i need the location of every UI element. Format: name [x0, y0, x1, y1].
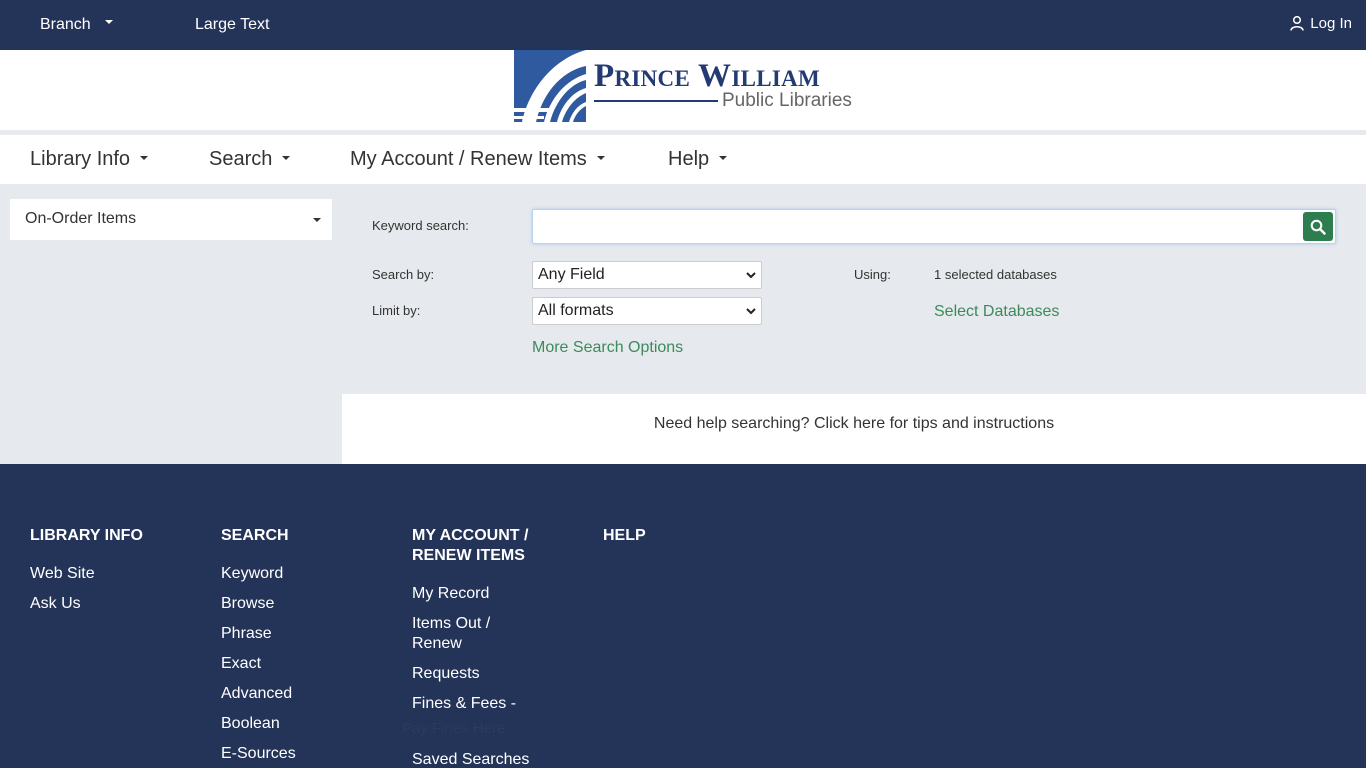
nav-library-info-label: Library Info: [30, 148, 131, 170]
branch-dropdown[interactable]: Branch: [40, 16, 113, 34]
search-by-label: Search by:: [372, 267, 435, 282]
select-databases-link[interactable]: Select Databases: [934, 303, 1059, 321]
footer-link-requests[interactable]: Requests: [412, 664, 542, 684]
library-logo[interactable]: Prince William Public Libraries: [514, 50, 854, 124]
chevron-down-icon: [282, 155, 291, 160]
login-label: Log In: [1310, 15, 1352, 32]
search-by-value: Any Field: [538, 266, 605, 283]
chevron-down-icon: [104, 19, 113, 24]
chevron-down-icon: [746, 308, 756, 315]
chevron-down-icon: [140, 155, 149, 160]
main-navigation: Library Info Search My Account / Renew I…: [0, 134, 1366, 184]
user-icon: [1290, 16, 1305, 31]
footer-link-exact[interactable]: Exact: [221, 654, 381, 674]
selected-databases-count: 1 selected databases: [934, 267, 1057, 282]
search-type-value: On-Order Items: [25, 210, 137, 227]
login-link[interactable]: Log In: [1290, 15, 1352, 32]
footer-link-advanced[interactable]: Advanced: [221, 684, 381, 704]
nav-help-label: Help: [668, 148, 710, 170]
footer-column-library-info: LIBRARY INFO Web Site Ask Us: [30, 526, 190, 624]
nav-library-info[interactable]: Library Info: [30, 148, 149, 171]
footer-link-keyword[interactable]: Keyword: [221, 564, 381, 584]
pay-fines-ghost-text: Pay Fines Here: [402, 720, 506, 737]
footer-link-boolean[interactable]: Boolean: [221, 714, 381, 734]
search-help-bar: Need help searching? Click here for tips…: [342, 394, 1366, 464]
footer-link-e-sources[interactable]: E-Sources: [221, 744, 381, 764]
footer-link-fines-fees[interactable]: Fines & Fees -: [412, 694, 542, 714]
footer-link-my-record[interactable]: My Record: [412, 584, 542, 604]
chevron-down-icon: [746, 272, 756, 279]
search-panel: Keyword search: Search by: Any Field Usi…: [342, 184, 1366, 394]
nav-my-account-label: My Account / Renew Items: [350, 148, 587, 170]
logo-rule: [594, 100, 718, 102]
limit-by-value: All formats: [538, 302, 614, 319]
search-by-select[interactable]: Any Field: [532, 261, 762, 289]
more-search-options-link[interactable]: More Search Options: [532, 339, 683, 357]
large-text-toggle[interactable]: Large Text: [195, 16, 269, 34]
limit-by-label: Limit by:: [372, 303, 421, 318]
using-label: Using:: [854, 267, 891, 282]
keyword-search-input[interactable]: [532, 209, 1336, 244]
nav-search-label: Search: [209, 148, 273, 170]
footer-link-web-site[interactable]: Web Site: [30, 564, 190, 584]
search-help-link[interactable]: Need help searching? Click here for tips…: [342, 415, 1366, 433]
footer-column-help: HELP: [603, 526, 763, 564]
top-utility-bar: Branch Large Text Log In: [0, 0, 1366, 50]
footer-link-phrase[interactable]: Phrase: [221, 624, 381, 644]
nav-my-account[interactable]: My Account / Renew Items: [350, 148, 605, 171]
site-footer: LIBRARY INFO Web Site Ask Us SEARCH Keyw…: [0, 464, 1366, 768]
brand-header: Prince William Public Libraries: [0, 50, 1366, 130]
limit-by-select[interactable]: All formats: [532, 297, 762, 325]
library-logo-mark-icon: [514, 50, 586, 122]
branch-label: Branch: [40, 16, 91, 33]
nav-help[interactable]: Help: [668, 148, 728, 171]
footer-link-browse[interactable]: Browse: [221, 594, 381, 614]
chevron-down-icon: [596, 155, 605, 160]
chevron-down-icon: [313, 218, 321, 222]
footer-link-ask-us[interactable]: Ask Us: [30, 594, 190, 614]
search-type-dropdown[interactable]: On-Order Items: [10, 199, 332, 240]
library-subtitle: Public Libraries: [722, 90, 852, 111]
footer-heading: LIBRARY INFO: [30, 527, 143, 544]
footer-heading: MY ACCOUNT / RENEW ITEMS: [412, 527, 529, 564]
footer-link-items-out-renew[interactable]: Items Out / Renew: [412, 614, 542, 654]
chevron-down-icon: [719, 155, 728, 160]
footer-heading: SEARCH: [221, 527, 289, 544]
nav-search[interactable]: Search: [209, 148, 291, 171]
footer-column-search: SEARCH Keyword Browse Phrase Exact Advan…: [221, 526, 381, 768]
search-icon: [1310, 219, 1326, 235]
keyword-search-label: Keyword search:: [372, 218, 469, 233]
search-button[interactable]: [1303, 212, 1333, 241]
footer-heading: HELP: [603, 527, 646, 544]
footer-link-saved-searches[interactable]: Saved Searches: [412, 750, 542, 768]
